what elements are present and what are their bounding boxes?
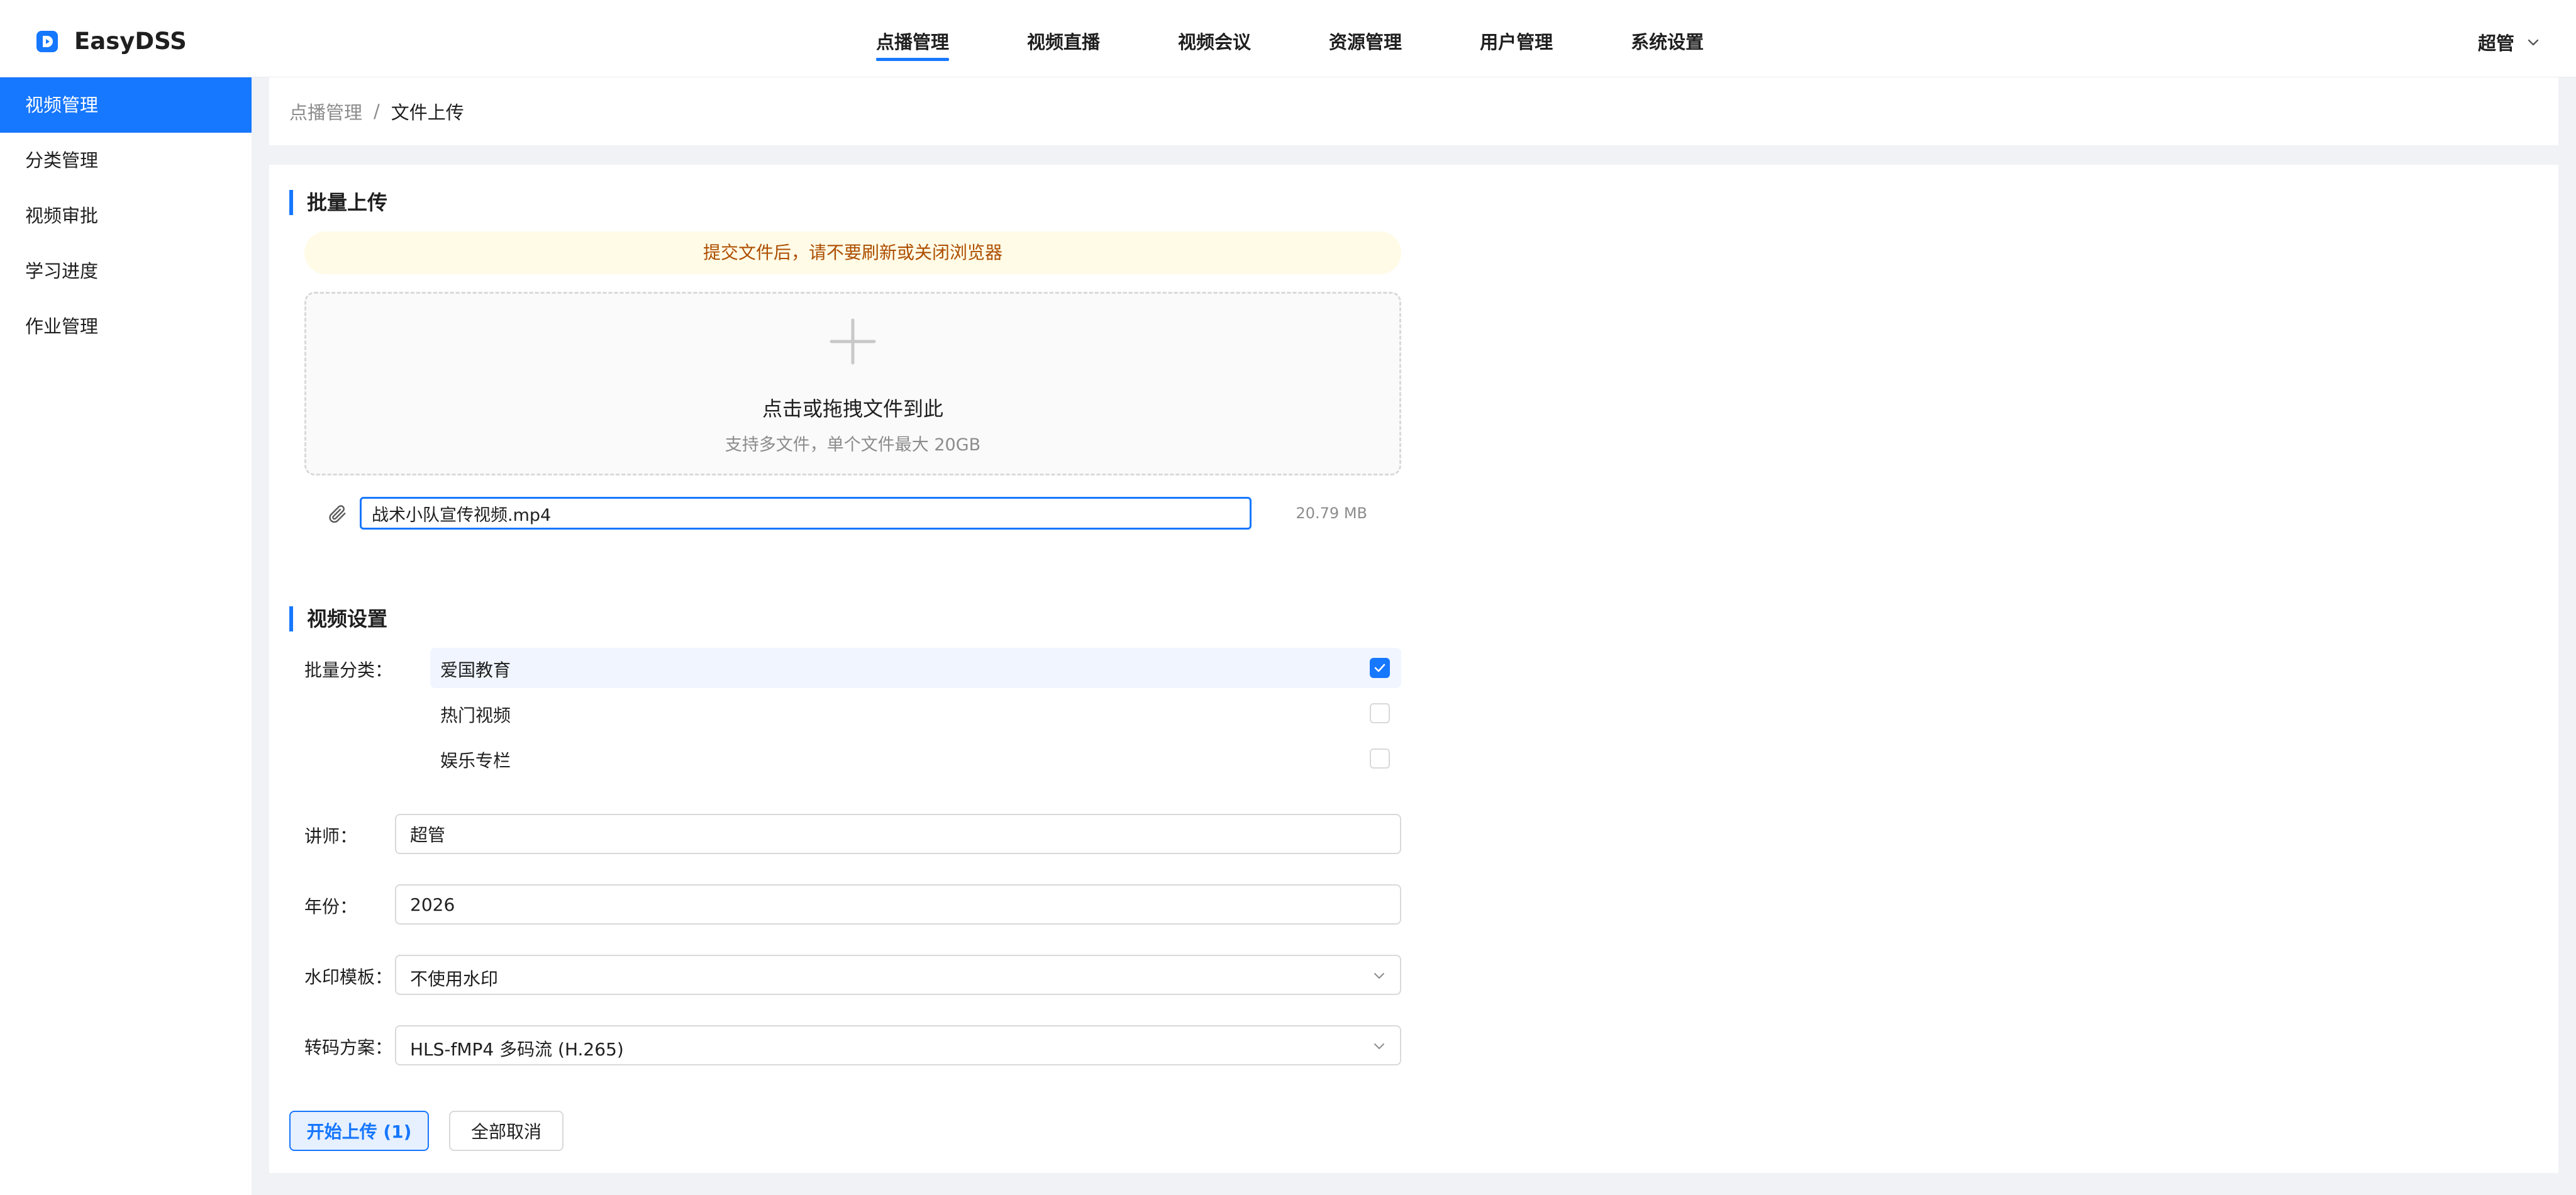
transcode-label: 转码方案：	[304, 1037, 393, 1058]
category-option[interactable]: 热门视频	[430, 693, 1401, 733]
user-name: 超管	[2477, 33, 2514, 54]
dropzone-hint: 支持多文件，单个文件最大 20GB	[724, 435, 981, 455]
breadcrumb-parent[interactable]: 点播管理	[289, 98, 362, 125]
sidebar-item-homework-management[interactable]: 作业管理	[0, 299, 252, 354]
breadcrumb-separator: /	[374, 101, 380, 122]
chevron-down-icon	[2528, 39, 2539, 46]
breadcrumb: 点播管理 / 文件上传	[269, 77, 2558, 145]
nav-resource-management[interactable]: 资源管理	[1329, 0, 1402, 77]
category-checkbox[interactable]	[1370, 658, 1390, 678]
transcode-selected-value: HLS-fMP4 多码流 (H.265)	[410, 1039, 624, 1060]
year-input[interactable]	[395, 884, 1401, 925]
breadcrumb-current: 文件上传	[391, 102, 464, 123]
watermark-selected-value: 不使用水印	[410, 969, 499, 989]
file-size: 20.79 MB	[1296, 504, 1367, 522]
sidebar-item-video-management[interactable]: 视频管理	[0, 77, 252, 133]
main-nav: 点播管理 视频直播 视频会议 资源管理 用户管理 系统设置	[876, 0, 1782, 77]
start-upload-button[interactable]: 开始上传 (1)	[289, 1111, 429, 1151]
category-checkbox[interactable]	[1370, 748, 1390, 769]
transcode-select[interactable]: HLS-fMP4 多码流 (H.265)	[395, 1025, 1401, 1065]
category-option-label: 爱国教育	[440, 660, 511, 681]
video-settings-title: 视频设置	[289, 606, 387, 631]
cancel-all-button[interactable]: 全部取消	[449, 1111, 564, 1151]
sidebar: 视频管理 分类管理 视频审批 学习进度 作业管理	[0, 77, 252, 1195]
sidebar-item-video-approval[interactable]: 视频审批	[0, 188, 252, 243]
easydss-logo-icon	[36, 30, 58, 52]
batch-upload-title: 批量上传	[289, 190, 387, 215]
check-icon	[1374, 664, 1385, 672]
app-name: EasyDSS	[74, 28, 187, 55]
year-label: 年份：	[304, 896, 358, 917]
top-header: EasyDSS 点播管理 视频直播 视频会议 资源管理 用户管理 系统设置 超管	[0, 0, 2576, 77]
plus-icon	[830, 318, 876, 365]
category-option[interactable]: 爱国教育	[430, 648, 1401, 688]
sidebar-item-learning-progress[interactable]: 学习进度	[0, 243, 252, 299]
chevron-down-icon	[1374, 973, 1384, 979]
user-menu[interactable]: 超管	[2478, 29, 2541, 55]
app-logo[interactable]: EasyDSS	[35, 28, 187, 55]
nav-vod-management[interactable]: 点播管理	[876, 0, 950, 77]
chevron-down-icon	[1374, 1043, 1384, 1049]
file-list-item: 20.79 MB	[304, 497, 1401, 530]
category-option-label: 娱乐专栏	[440, 750, 511, 771]
category-option[interactable]: 娱乐专栏	[430, 738, 1401, 779]
dropzone-title: 点击或拖拽文件到此	[762, 397, 943, 421]
upload-panel: 批量上传 提交文件后，请不要刷新或关闭浏览器 点击或拖拽文件到此 支持多文件，单…	[269, 165, 2558, 1173]
nav-live-video[interactable]: 视频直播	[1027, 0, 1100, 77]
file-name-input[interactable]	[360, 497, 1252, 530]
nav-video-conference[interactable]: 视频会议	[1178, 0, 1251, 77]
upload-notice: 提交文件后，请不要刷新或关闭浏览器	[304, 231, 1401, 274]
teacher-input[interactable]	[395, 814, 1401, 854]
watermark-select[interactable]: 不使用水印	[395, 955, 1401, 995]
nav-user-management[interactable]: 用户管理	[1480, 0, 1553, 77]
sidebar-item-category-management[interactable]: 分类管理	[0, 133, 252, 188]
category-checkbox[interactable]	[1370, 703, 1390, 723]
file-dropzone[interactable]: 点击或拖拽文件到此 支持多文件，单个文件最大 20GB	[304, 292, 1401, 475]
teacher-label: 讲师：	[304, 826, 358, 847]
category-option-label: 热门视频	[440, 705, 511, 726]
nav-system-settings[interactable]: 系统设置	[1631, 0, 1704, 77]
watermark-label: 水印模板：	[304, 967, 393, 987]
category-label: 批量分类：	[304, 660, 393, 681]
paperclip-icon	[329, 505, 346, 523]
